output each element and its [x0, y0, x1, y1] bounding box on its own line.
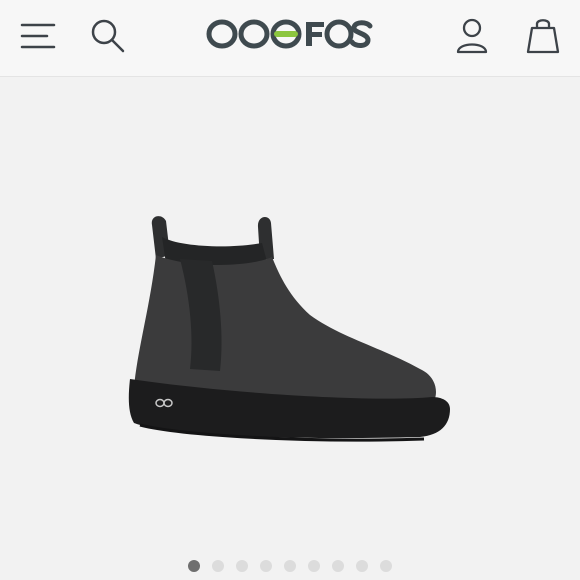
search-icon	[91, 19, 125, 53]
shopping-bag-icon	[526, 19, 560, 54]
product-image-boot[interactable]	[120, 197, 460, 467]
oofos-logo	[206, 19, 373, 49]
hamburger-menu-icon	[20, 23, 56, 49]
account-icon	[456, 18, 488, 54]
menu-button[interactable]	[20, 20, 56, 52]
image-pager	[0, 560, 580, 574]
pager-dot-4[interactable]	[260, 560, 272, 572]
site-header	[0, 0, 580, 76]
pager-dot-2[interactable]	[212, 560, 224, 572]
shopping-bag-button[interactable]	[526, 16, 560, 54]
pager-dot-6[interactable]	[308, 560, 320, 572]
pager-dot-5[interactable]	[284, 560, 296, 572]
pager-dot-7[interactable]	[332, 560, 344, 572]
pager-dot-8[interactable]	[356, 560, 368, 572]
pager-dot-3[interactable]	[236, 560, 248, 572]
search-button[interactable]	[90, 18, 126, 54]
product-image-gallery[interactable]	[0, 77, 580, 580]
brand-logo[interactable]	[206, 18, 374, 50]
pager-dot-1[interactable]	[188, 560, 200, 572]
pager-dot-9[interactable]	[380, 560, 392, 572]
account-button[interactable]	[455, 18, 489, 54]
